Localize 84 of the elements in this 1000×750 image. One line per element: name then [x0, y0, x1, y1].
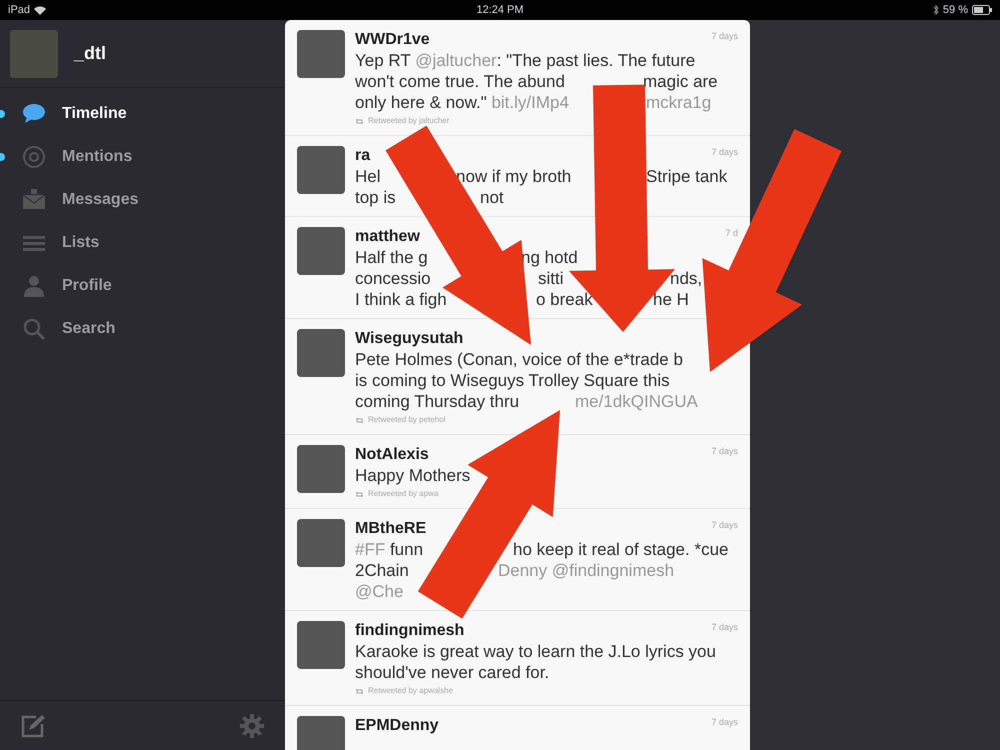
- tweet-text: won't come true. The abund: [355, 71, 565, 92]
- retweet-icon: [355, 490, 364, 498]
- nav-item[interactable]: Messages: [62, 188, 138, 212]
- speech-bubble-icon: [22, 102, 46, 126]
- wifi-icon: [34, 6, 46, 14]
- user-name[interactable]: ra: [355, 146, 370, 166]
- avatar-photo[interactable]: [297, 227, 345, 275]
- user-name[interactable]: MBtheRE: [355, 519, 426, 539]
- retweet-icon: [355, 118, 364, 124]
- tweet-text: magic are: [643, 71, 718, 92]
- envelope-icon: [22, 188, 46, 212]
- tweet-time: 7 days: [711, 621, 738, 634]
- avatar-photo[interactable]: [10, 30, 58, 78]
- tweet-text: Half the g: [355, 247, 428, 268]
- retweet-label: Retweeted by jaltucher: [368, 115, 450, 127]
- tweet-link[interactable]: @Che: [355, 581, 404, 602]
- tweet-text: coming Thursday thru: [355, 391, 520, 412]
- tweet-text: Karaoke is great way to learn the J.Lo lyrics you: [355, 641, 716, 662]
- search-icon: [22, 316, 46, 340]
- nav-item[interactable]: Lists: [62, 230, 100, 254]
- tweet-link[interactable]: #FF: [355, 539, 386, 560]
- clock-label: 12:24 PM: [476, 2, 524, 18]
- tweet-link[interactable]: @jaltucher: [415, 50, 497, 71]
- tweet-time: 7 d: [725, 227, 738, 240]
- tweet-link[interactable]: Denny @findingnimesh: [498, 560, 674, 581]
- tweet-text: is coming to Wiseguys Trolley Square this: [355, 370, 670, 391]
- user-name[interactable]: WWDr1ve: [355, 30, 430, 50]
- tweet-time: 7 days: [711, 519, 738, 532]
- avatar-photo[interactable]: [297, 519, 345, 567]
- tweet-text: only here & now.": [355, 92, 488, 113]
- battery-icon: [972, 5, 992, 15]
- tweet-text: funn: [388, 539, 424, 560]
- tweet-text: should've never cared for.: [355, 662, 550, 683]
- nav-item[interactable]: Profile: [62, 274, 112, 298]
- user-name[interactable]: matthew: [355, 227, 420, 247]
- tweet-text: nds,: [670, 268, 702, 289]
- tweet-text: Yep RT: [355, 50, 412, 71]
- tweet-time: 7 days: [711, 146, 738, 159]
- tweet-time: 7 days: [711, 445, 738, 458]
- at-sign-icon: [22, 144, 46, 168]
- carrier-label: iPad: [8, 2, 30, 18]
- settings-icon[interactable]: [239, 712, 265, 738]
- tweet-text: Hel: [355, 166, 381, 187]
- tweet-text: Pete Holmes (Conan, voice of the e*trade b: [355, 349, 683, 370]
- retweet-label: Retweeted by apwalshe: [368, 685, 453, 697]
- person-icon: [22, 274, 46, 298]
- nav-item[interactable]: Search: [62, 316, 116, 340]
- avatar-photo[interactable]: [297, 621, 345, 669]
- tweet-time: 7 days: [711, 716, 738, 729]
- tweet-link[interactable]: me/1dkQINGUA: [575, 391, 698, 412]
- tweet-text: concessio: [355, 268, 431, 289]
- tweet-time: 7 days: [711, 30, 738, 43]
- avatar-photo[interactable]: [297, 445, 345, 493]
- tweet-text: ho keep it real of stage. *cue: [513, 539, 728, 560]
- retweet-label: Retweeted by apwa: [368, 488, 438, 500]
- tweet-text: top is: [355, 187, 396, 208]
- user-name[interactable]: findingnimesh: [355, 621, 464, 641]
- tweet-text: not: [480, 187, 504, 208]
- tweet-text: Happy Mothers: [355, 465, 470, 486]
- battery-percent: 59 %: [942, 2, 968, 18]
- user-name[interactable]: NotAlexis: [355, 445, 429, 465]
- retweet-icon: [355, 688, 364, 694]
- retweet-icon: [355, 416, 364, 424]
- bluetooth-icon: [932, 5, 939, 15]
- tweet-text: sitti: [538, 268, 564, 289]
- tweet-link[interactable]: bit.ly/IMp4: [491, 92, 569, 113]
- user-name[interactable]: EPMDenny: [355, 716, 439, 736]
- account-name: _dtl: [74, 42, 106, 65]
- tweet-text: I think a figh: [355, 289, 447, 310]
- user-name[interactable]: Wiseguysutah: [355, 329, 464, 349]
- nav-item[interactable]: Timeline: [62, 102, 127, 126]
- tweet-text: : "The past lies. The future: [496, 50, 696, 71]
- tweet-text: 2Chain: [355, 560, 409, 581]
- tweet-text: o break: [536, 289, 593, 310]
- avatar-photo[interactable]: [297, 146, 345, 194]
- avatar-photo[interactable]: [297, 716, 345, 750]
- compose-icon[interactable]: [20, 712, 48, 738]
- avatar-photo[interactable]: [297, 329, 345, 377]
- tweet-link[interactable]: mckra1g: [646, 92, 712, 113]
- tweet-text: he H: [653, 289, 689, 310]
- tweet-text: Stripe tank: [646, 166, 728, 187]
- avatar-photo[interactable]: [297, 30, 345, 78]
- retweet-label: Retweeted by petehol: [368, 414, 446, 426]
- nav-item[interactable]: Mentions: [62, 144, 132, 168]
